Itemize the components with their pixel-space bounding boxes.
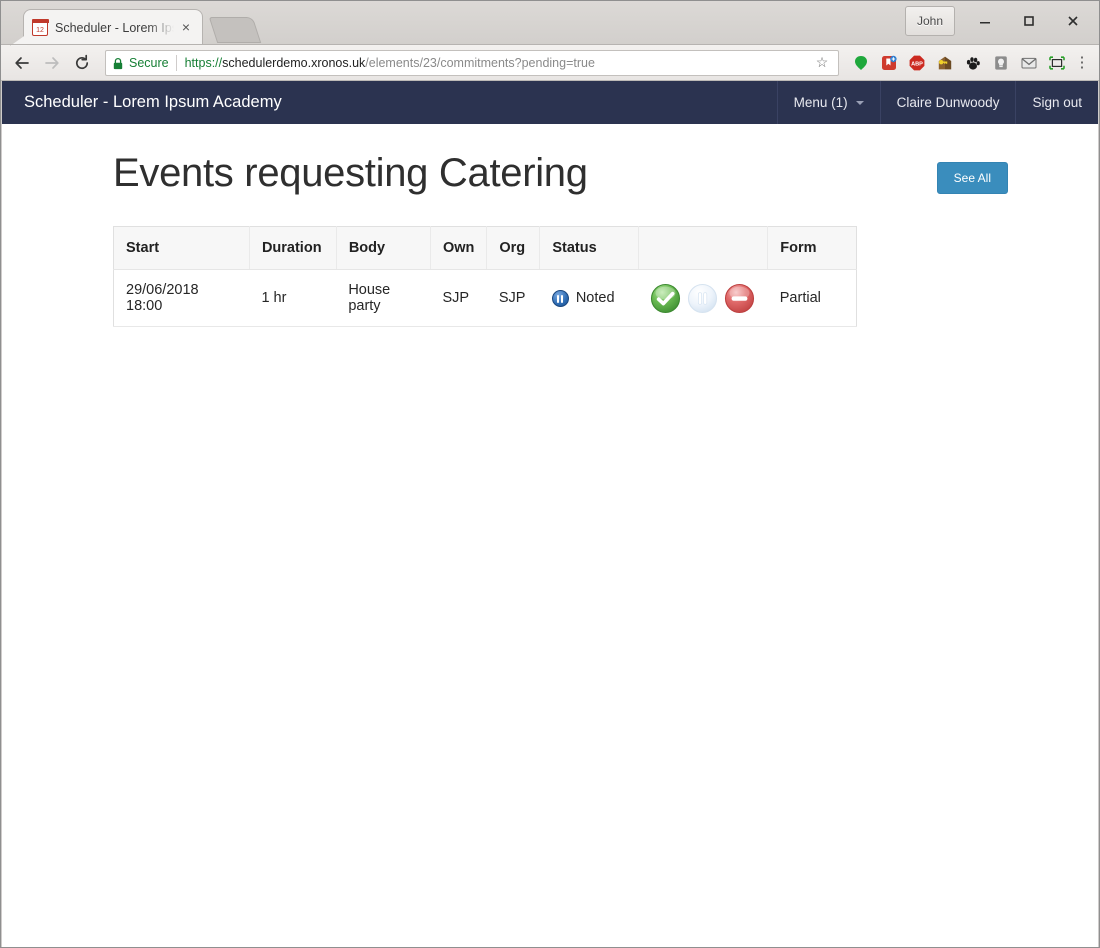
nav-menu-dropdown[interactable]: Menu (1) (778, 81, 880, 124)
column-header-start[interactable]: Start (113, 226, 250, 270)
cell-status: Noted (539, 269, 639, 327)
table-header: Start Duration Body Own Org Status Form (113, 226, 857, 270)
app-brand[interactable]: Scheduler - Lorem Ipsum Academy (2, 81, 777, 124)
column-header-org[interactable]: Org (486, 226, 541, 270)
back-arrow-icon[interactable] (7, 48, 37, 78)
chevron-down-icon (855, 100, 864, 105)
red-bookmark-icon[interactable] (877, 51, 901, 75)
bookmark-star-icon[interactable]: ☆ (812, 54, 832, 71)
cell-start: 29/06/2018 18:00 (113, 269, 250, 327)
window-controls: John (905, 5, 1095, 37)
nav-menu-label: Menu (1) (793, 95, 848, 110)
close-icon[interactable] (1051, 5, 1095, 37)
green-balloon-icon[interactable] (849, 51, 873, 75)
cell-own: SJP (430, 269, 487, 327)
cell-body: House party (336, 269, 431, 327)
browser-window: 12 Scheduler - Lorem Ipsum Academy × Joh… (0, 0, 1100, 948)
lock-icon (112, 57, 124, 69)
column-header-body[interactable]: Body (336, 226, 431, 270)
security-label: Secure (129, 55, 169, 70)
see-all-button[interactable]: See All (936, 162, 1008, 194)
sign-out-link[interactable]: Sign out (1016, 81, 1098, 124)
page-content: Events requesting Catering See All Start… (2, 124, 1098, 327)
cell-form: Partial (767, 269, 857, 327)
table-row[interactable]: 29/06/2018 18:00 1 hr House party SJP SJ… (113, 269, 857, 327)
screenshot-frame-icon[interactable] (1045, 51, 1069, 75)
browser-tab[interactable]: 12 Scheduler - Lorem Ipsum Academy × (23, 9, 203, 45)
lightbulb-icon[interactable] (989, 51, 1013, 75)
pause-circle-blue-icon (551, 289, 569, 307)
key-house-icon[interactable] (933, 51, 957, 75)
cell-actions (638, 269, 768, 327)
hold-button (687, 283, 718, 314)
svg-text:ABP: ABP (911, 61, 923, 67)
column-header-own[interactable]: Own (430, 226, 488, 270)
url-scheme: https:// (184, 55, 223, 70)
column-header-actions (638, 226, 769, 270)
column-header-status[interactable]: Status (539, 226, 639, 270)
tab-close-icon[interactable]: × (178, 19, 194, 36)
calendar-icon: 12 (31, 19, 49, 36)
new-tab-button[interactable] (208, 17, 262, 43)
table-body: 29/06/2018 18:00 1 hr House party SJP SJ… (113, 269, 857, 327)
page-viewport: Scheduler - Lorem Ipsum Academy Menu (1)… (1, 81, 1099, 947)
cell-duration: 1 hr (249, 269, 337, 327)
adblock-plus-icon[interactable]: ABP (905, 51, 929, 75)
commitments-table: Start Duration Body Own Org Status Form … (113, 226, 857, 327)
page-header: Events requesting Catering See All (2, 124, 1098, 196)
browser-toolbar: Secure https://schedulerdemo.xronos.uk/e… (1, 45, 1099, 81)
maximize-icon[interactable] (1007, 5, 1051, 37)
url-text: https://schedulerdemo.xronos.uk/elements… (185, 56, 595, 70)
profile-button[interactable]: John (905, 6, 955, 36)
forward-arrow-icon (37, 48, 67, 78)
app-navbar: Scheduler - Lorem Ipsum Academy Menu (1)… (2, 81, 1098, 124)
reject-button[interactable] (724, 283, 755, 314)
url-host: schedulerdemo.xronos.uk (222, 55, 366, 70)
paw-icon[interactable] (961, 51, 985, 75)
reload-icon[interactable] (67, 48, 97, 78)
nav-user-name[interactable]: Claire Dunwoody (881, 81, 1016, 124)
omnibox-divider (175, 54, 177, 71)
tab-title: Scheduler - Lorem Ipsum Academy (55, 20, 174, 35)
status-badge: Noted (575, 290, 615, 306)
mail-icon[interactable] (1017, 51, 1041, 75)
url-path: /elements/23/commitments?pending=true (365, 55, 595, 70)
address-bar[interactable]: Secure https://schedulerdemo.xronos.uk/e… (105, 49, 839, 76)
cell-org: SJP (486, 269, 540, 327)
minimize-icon[interactable] (963, 5, 1007, 37)
approve-button[interactable] (650, 283, 681, 314)
chrome-menu-icon[interactable]: ⋮ (1071, 55, 1093, 70)
column-header-form[interactable]: Form (767, 226, 857, 270)
page-title: Events requesting Catering (113, 151, 588, 195)
table-header-row: Start Duration Body Own Org Status Form (113, 226, 857, 270)
column-header-duration[interactable]: Duration (249, 226, 337, 270)
tab-strip: 12 Scheduler - Lorem Ipsum Academy × Joh… (1, 1, 1099, 45)
